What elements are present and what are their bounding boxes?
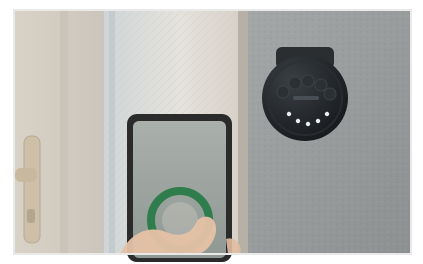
door-edge — [238, 10, 248, 254]
lock-brand — [293, 96, 319, 100]
keyhole — [27, 209, 35, 223]
lock-key — [276, 85, 290, 99]
lock-key — [288, 76, 302, 90]
lock-key — [314, 78, 328, 92]
image-frame — [0, 0, 423, 264]
door-glass-rail — [109, 10, 115, 254]
indicator-dot — [295, 118, 301, 124]
door-left-stile — [60, 10, 68, 254]
indicator-dot — [305, 121, 311, 127]
lock-key — [301, 74, 315, 88]
photo — [14, 10, 411, 262]
lock-key — [323, 87, 337, 101]
indicator-dot — [315, 118, 321, 124]
indicator-dot — [286, 111, 292, 117]
handle-plate — [23, 135, 41, 244]
photo-scene — [0, 0, 423, 264]
handle-lever — [15, 168, 37, 182]
indicator-dot — [324, 111, 330, 117]
